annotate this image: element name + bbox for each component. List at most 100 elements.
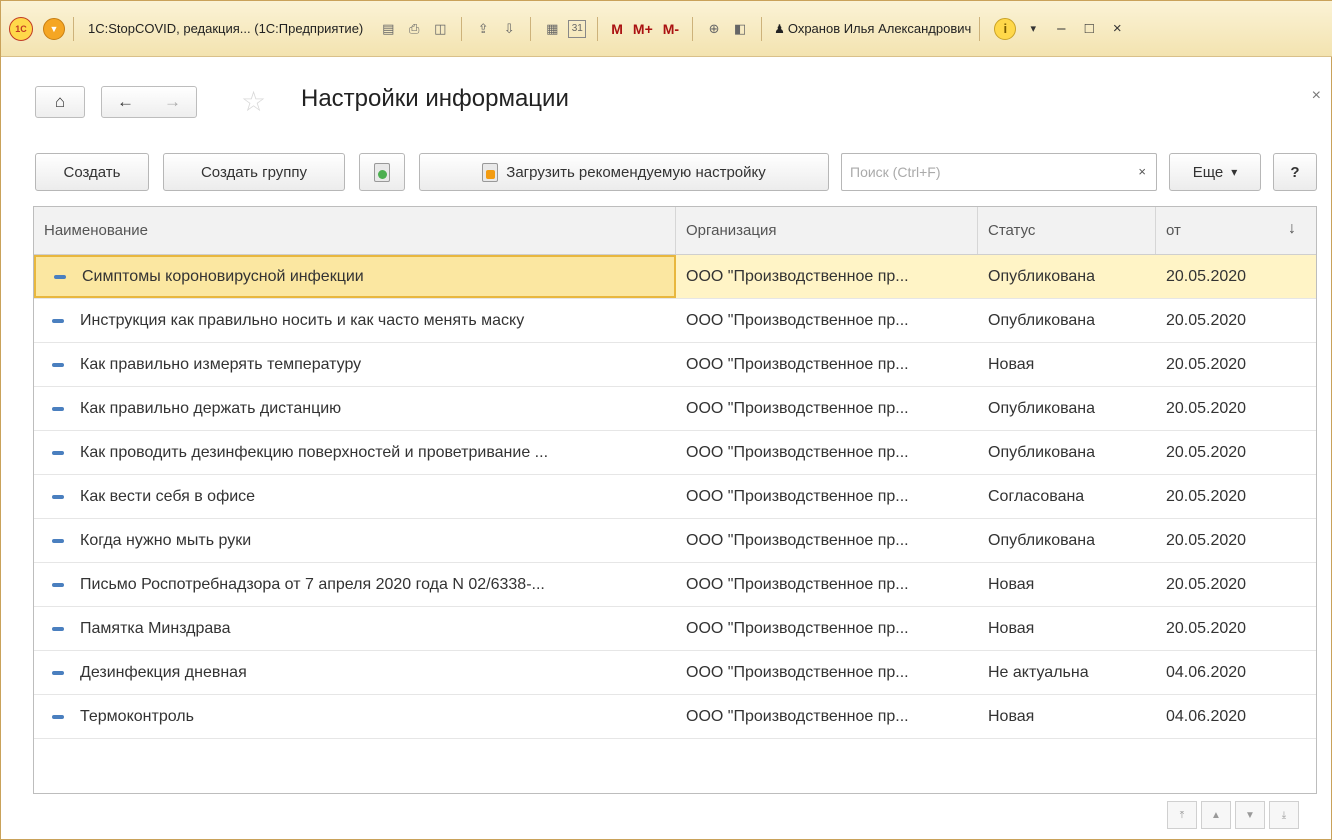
- home-icon: ⌂: [54, 92, 66, 111]
- table-row[interactable]: Когда нужно мыть руки ООО "Производственн…: [34, 519, 1316, 563]
- column-header-date-label: от: [1166, 222, 1181, 239]
- table-row[interactable]: Дезинфекция дневная ООО "Производственное…: [34, 651, 1316, 695]
- back-arrow-icon[interactable]: ←: [117, 92, 134, 112]
- load-recommended-button[interactable]: Загрузить рекомендуемую настройку: [419, 153, 829, 191]
- document-load-icon: [482, 162, 499, 182]
- cell-organization: ООО "Производственное пр...: [686, 355, 909, 373]
- divider: [530, 16, 532, 41]
- cell-name-text: Дезинфекция дневная: [80, 663, 247, 681]
- table-row[interactable]: Термоконтроль ООО "Производственное пр...…: [34, 695, 1316, 739]
- cell-name-text: Когда нужно мыть руки: [80, 531, 252, 549]
- scroll-up-button[interactable]: ▲: [1201, 801, 1231, 829]
- download-icon[interactable]: ⇩: [499, 19, 519, 39]
- app-window: 1С ▼ 1С:StopCOVID, редакция... (1С:Предп…: [0, 0, 1332, 840]
- cell-name: Как правильно измерять температуру: [34, 343, 676, 386]
- upload-icon[interactable]: ⇪: [473, 19, 493, 39]
- item-marker-icon: [52, 714, 64, 719]
- preview-icon[interactable]: ◫: [430, 19, 450, 39]
- cell-organization: ООО "Производственное пр...: [686, 707, 909, 725]
- memory-button[interactable]: M: [611, 21, 623, 37]
- cell-name: Как проводить дезинфекцию поверхностей и…: [34, 431, 676, 474]
- info-icon[interactable]: i: [994, 17, 1017, 40]
- table-row[interactable]: Памятка Минздрава ООО "Производственное п…: [34, 607, 1316, 651]
- close-window-button[interactable]: ×: [1106, 20, 1128, 37]
- cell-name: Дезинфекция дневная: [34, 651, 676, 694]
- cell-name: Как правильно держать дистанцию: [34, 387, 676, 430]
- table-row[interactable]: Симптомы короновирусной инфекции ООО "Про…: [34, 255, 1316, 299]
- info-dropdown-icon[interactable]: ▾: [1022, 22, 1044, 35]
- create-button[interactable]: Создать: [35, 153, 149, 191]
- cell-name-text: Инструкция как правильно носить и как ча…: [80, 311, 525, 329]
- scroll-first-button[interactable]: ⤒: [1167, 801, 1197, 829]
- panel-icon[interactable]: ◧: [730, 19, 750, 39]
- cell-status: Не актуальна: [988, 663, 1089, 681]
- cell-status: Новая: [988, 355, 1035, 373]
- search-input[interactable]: [848, 155, 1118, 189]
- calendar-icon[interactable]: 31: [568, 19, 587, 38]
- column-header-organization[interactable]: Организация: [676, 207, 978, 254]
- table-row[interactable]: Как вести себя в офисе ООО "Производствен…: [34, 475, 1316, 519]
- cell-name-text: Памятка Минздрава: [80, 619, 231, 637]
- close-form-icon[interactable]: ×: [1312, 87, 1321, 105]
- cell-organization: ООО "Производственное пр...: [686, 663, 909, 681]
- cell-organization: ООО "Производственное пр...: [686, 267, 909, 285]
- table-header: Наименование Организация Статус от ↓: [34, 207, 1316, 255]
- cell-organization: ООО "Производственное пр...: [686, 311, 909, 329]
- divider: [73, 16, 74, 41]
- table-row[interactable]: Как правильно измерять температуру ООО "П…: [34, 343, 1316, 387]
- memory-minus-button[interactable]: M-: [663, 21, 679, 37]
- print-icon[interactable]: ⎙: [404, 19, 424, 39]
- save-icon[interactable]: ▤: [378, 19, 398, 39]
- divider: [761, 16, 763, 41]
- item-marker-icon: [52, 450, 64, 455]
- divider: [461, 16, 463, 41]
- page-title: Настройки информации: [301, 85, 569, 112]
- create-group-button[interactable]: Создать группу: [163, 153, 345, 191]
- item-marker-icon: [52, 494, 64, 499]
- copy-button[interactable]: [359, 153, 405, 191]
- cell-date: 20.05.2020: [1166, 443, 1247, 461]
- item-marker-icon: [52, 626, 64, 631]
- table-row[interactable]: Письмо Роспотребнадзора от 7 апреля 2020…: [34, 563, 1316, 607]
- nav-bar: ⌂ ← →: [35, 83, 197, 121]
- item-marker-icon: [52, 406, 64, 411]
- cell-date: 20.05.2020: [1166, 267, 1247, 285]
- column-header-date[interactable]: от ↓: [1156, 207, 1316, 254]
- column-header-name[interactable]: Наименование: [34, 207, 676, 254]
- cell-status: Новая: [988, 575, 1035, 593]
- cell-name: Когда нужно мыть руки: [34, 519, 676, 562]
- cell-date: 20.05.2020: [1166, 619, 1247, 637]
- favorite-star-icon[interactable]: ☆: [241, 85, 266, 118]
- search-field[interactable]: ×: [841, 153, 1157, 191]
- cell-date: 20.05.2020: [1166, 575, 1247, 593]
- cell-date: 04.06.2020: [1166, 663, 1247, 681]
- clear-search-icon[interactable]: ×: [1138, 164, 1146, 179]
- column-header-status[interactable]: Статус: [978, 207, 1156, 254]
- divider: [692, 16, 694, 41]
- cell-name: Письмо Роспотребнадзора от 7 апреля 2020…: [34, 563, 676, 606]
- help-button[interactable]: ?: [1273, 153, 1317, 191]
- table-row[interactable]: Как проводить дезинфекцию поверхностей и…: [34, 431, 1316, 475]
- current-user[interactable]: ♟ Охранов Илья Александрович: [774, 21, 971, 36]
- settings-table[interactable]: Наименование Организация Статус от ↓ Сим…: [33, 206, 1317, 794]
- minimize-button[interactable]: –: [1050, 20, 1072, 37]
- home-button[interactable]: ⌂: [35, 86, 85, 118]
- divider: [597, 16, 599, 41]
- main-menu-button[interactable]: ▼: [43, 17, 65, 40]
- calculator-icon[interactable]: ▦: [542, 19, 562, 39]
- scroll-down-button[interactable]: ▼: [1235, 801, 1265, 829]
- cell-status: Опубликована: [988, 531, 1096, 549]
- cell-date: 20.05.2020: [1166, 487, 1247, 505]
- memory-plus-button[interactable]: M+: [633, 21, 653, 37]
- item-marker-icon: [52, 538, 64, 543]
- cell-organization: ООО "Производственное пр...: [686, 443, 909, 461]
- table-row[interactable]: Как правильно держать дистанцию ООО "Прои…: [34, 387, 1316, 431]
- document-add-icon: [374, 162, 390, 182]
- zoom-icon[interactable]: ⊕: [704, 19, 724, 39]
- table-row[interactable]: Инструкция как правильно носить и как ча…: [34, 299, 1316, 343]
- scroll-last-button[interactable]: ⤓: [1269, 801, 1299, 829]
- item-marker-icon: [52, 582, 64, 587]
- forward-arrow-icon[interactable]: →: [164, 92, 181, 112]
- more-button[interactable]: Еще ▾: [1169, 153, 1261, 191]
- maximize-button[interactable]: □: [1078, 20, 1100, 37]
